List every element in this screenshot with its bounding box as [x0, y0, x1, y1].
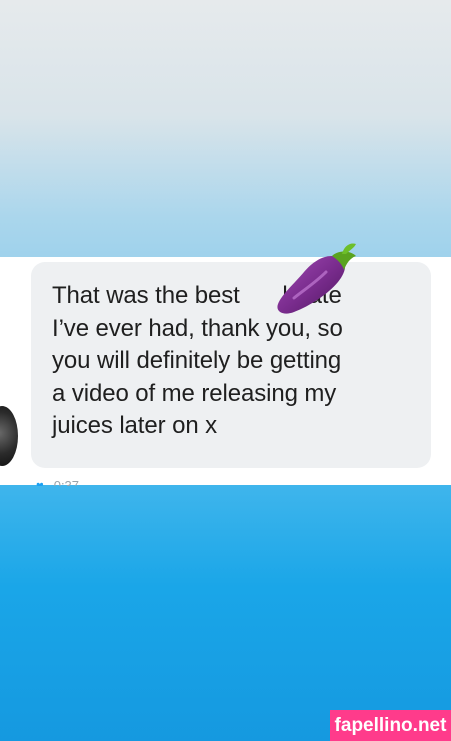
- watermark: fapellino.net: [330, 710, 451, 741]
- message-line-5: juices later on x: [52, 412, 218, 439]
- message-line-1: That was the best k rate: [52, 282, 342, 309]
- background-top: [0, 0, 451, 257]
- bottom-toolbar-hint: ▂ ▂▂ ▂ ▂▂▂▂ ▂▂ ▂: [35, 735, 173, 741]
- background-bottom: [0, 485, 451, 741]
- message-line-3: you will definitely be getting: [52, 347, 342, 374]
- eggplant-icon: [277, 243, 356, 314]
- message-text: That was the best k rate I’ve ever had, …: [52, 280, 422, 443]
- message-line-4: a video of me releasing my: [52, 379, 337, 407]
- message-line-2: I’ve ever had, thank you, so: [52, 314, 343, 342]
- heart-icon[interactable]: ♥: [36, 478, 44, 486]
- message-meta: ♥ 0:37: [36, 478, 79, 486]
- message-time: 0:37: [53, 478, 80, 486]
